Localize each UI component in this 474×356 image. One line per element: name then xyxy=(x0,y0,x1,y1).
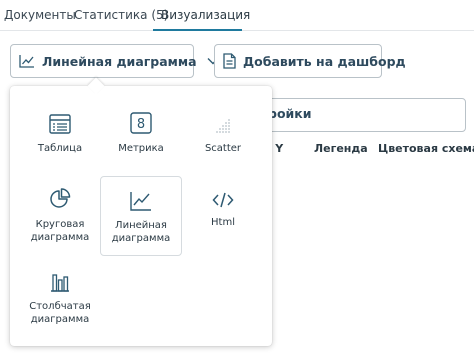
chart-option-label: Html xyxy=(211,217,235,228)
column-color-scheme: Цветовая схема xyxy=(378,142,474,155)
chart-option-label: Таблица xyxy=(37,143,83,154)
tab-bar: Документы Статистика (5) Визуализация xyxy=(0,0,474,31)
chart-type-label: Линейная диаграмма xyxy=(42,53,197,69)
chart-option-table[interactable]: Таблица xyxy=(19,104,101,184)
line-chart-icon xyxy=(130,192,151,211)
chart-option-label: Линейная диаграмма xyxy=(111,220,171,244)
table-icon xyxy=(49,114,71,134)
chart-option-scatter[interactable]: Scatter xyxy=(182,104,264,184)
column-legend: Легенда xyxy=(314,142,368,155)
metric-icon: 8 xyxy=(130,112,152,134)
chart-option-label: Столбчатая диаграмма xyxy=(29,301,91,325)
chart-option-bar[interactable]: Столбчатая диаграмма xyxy=(19,262,101,342)
chart-option-label: Метрика xyxy=(118,143,164,154)
add-to-dashboard-label: Добавить на дашборд xyxy=(243,53,406,69)
chart-type-dropdown[interactable]: Линейная диаграмма xyxy=(10,44,219,78)
pie-chart-icon xyxy=(50,188,71,208)
chart-option-line[interactable]: Линейная диаграмма xyxy=(100,176,182,256)
chart-option-pie[interactable]: Круговая диаграмма xyxy=(19,180,101,260)
document-icon xyxy=(223,53,236,69)
chart-option-metric[interactable]: 8 Метрика xyxy=(100,104,182,184)
bar-chart-icon xyxy=(51,274,69,292)
active-tab-indicator xyxy=(153,29,242,31)
code-icon xyxy=(212,192,234,208)
chart-option-label: Scatter xyxy=(204,143,242,154)
metric-icon-digit: 8 xyxy=(137,117,145,132)
add-to-dashboard-button[interactable]: Добавить на дашборд xyxy=(214,44,406,78)
chart-option-html[interactable]: Html xyxy=(182,186,264,266)
scatter-icon xyxy=(216,119,230,133)
settings-label: ройки xyxy=(268,106,312,121)
chart-option-label: Круговая диаграмма xyxy=(30,219,90,243)
tab-visualization[interactable]: Визуализация xyxy=(161,8,250,22)
tab-statistics[interactable]: Статистика (5) xyxy=(74,8,168,22)
tab-documents[interactable]: Документы xyxy=(4,8,76,22)
line-chart-icon xyxy=(19,55,34,68)
